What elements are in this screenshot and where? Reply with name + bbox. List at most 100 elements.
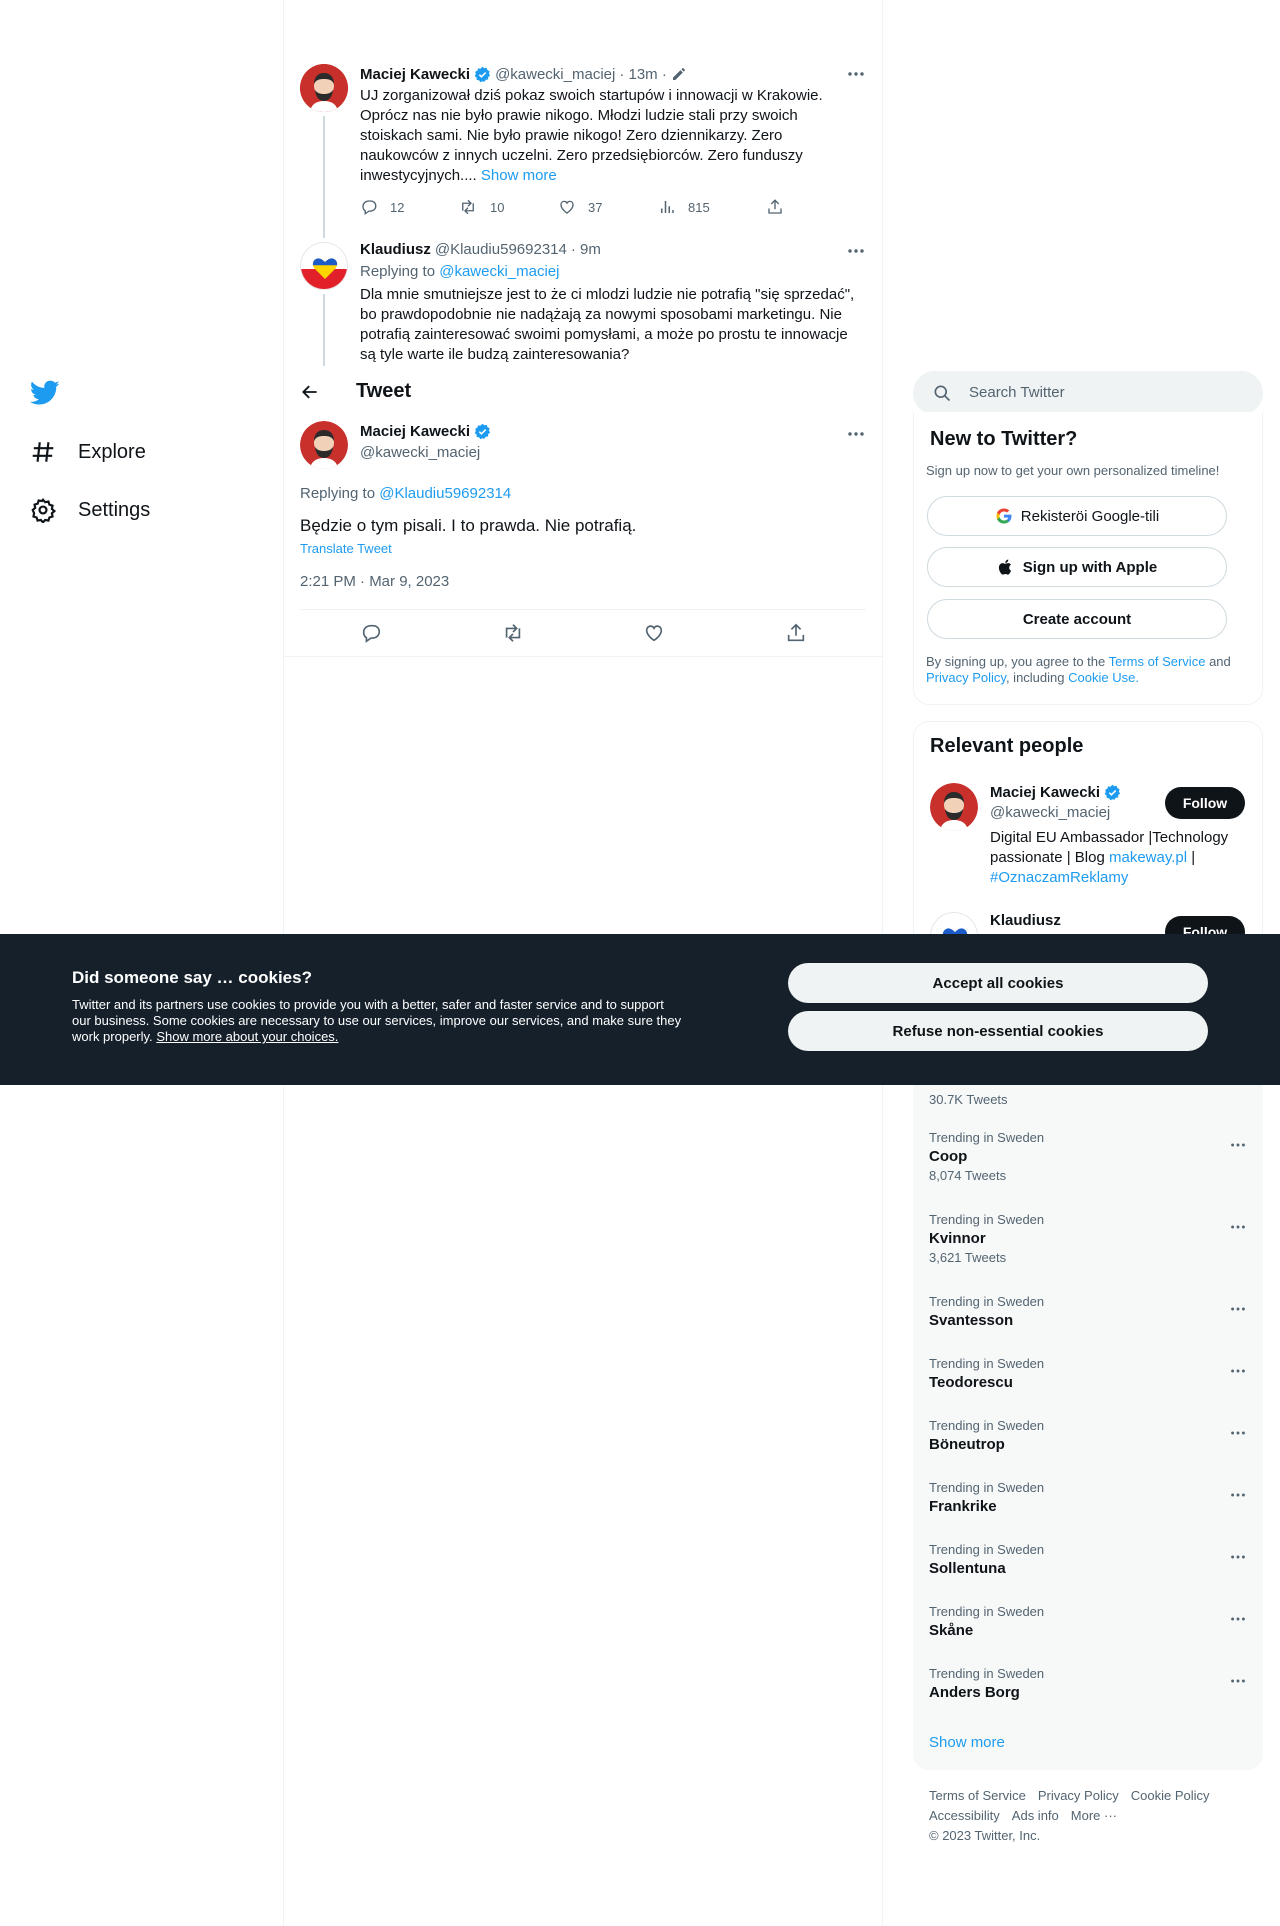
more-options-icon[interactable] <box>1229 1362 1247 1380</box>
apple-signup-button[interactable]: Sign up with Apple <box>927 547 1227 587</box>
more-options-icon[interactable] <box>846 424 866 444</box>
more-options-icon[interactable] <box>846 241 866 261</box>
follow-button[interactable]: Follow <box>1165 787 1245 819</box>
twitter-logo-icon[interactable] <box>30 380 60 406</box>
footer-links: Terms of Service Privacy Policy Cookie P… <box>929 1786 1249 1846</box>
search-box[interactable]: Search Twitter <box>913 371 1263 415</box>
translate-tweet-link[interactable]: Translate Tweet <box>300 541 392 556</box>
footer-cookie-link[interactable]: Cookie Policy <box>1131 1786 1210 1806</box>
trend-item[interactable]: Trending in Sweden Skåne <box>929 1604 1247 1639</box>
replying-to: Replying to @Klaudiu59692314 <box>300 485 511 502</box>
views-button[interactable]: 815 <box>658 198 710 216</box>
back-arrow-icon[interactable] <box>300 382 320 402</box>
author-name[interactable]: Klaudiusz <box>360 241 431 258</box>
author-name[interactable]: Maciej Kawecki <box>360 423 470 440</box>
footer-accessibility-link[interactable]: Accessibility <box>929 1806 1000 1826</box>
author-handle[interactable]: @kawecki_maciej <box>360 444 480 461</box>
reply-icon[interactable] <box>360 622 382 644</box>
heart-icon <box>558 198 576 216</box>
retweet-icon <box>458 198 478 216</box>
privacy-link[interactable]: Privacy Policy <box>926 670 1006 685</box>
more-options-icon[interactable] <box>1229 1424 1247 1442</box>
heart-icon[interactable] <box>643 622 665 644</box>
trend-item[interactable]: Trending in Sweden Kvinnor 3,621 Tweets <box>929 1212 1247 1265</box>
author-name[interactable]: Maciej Kawecki <box>360 66 470 83</box>
refuse-cookies-button[interactable]: Refuse non-essential cookies <box>788 1011 1208 1051</box>
main-tweet-text: Będzie o tym pisali. I to prawda. Nie po… <box>300 516 637 535</box>
trend-item[interactable]: Trending in Sweden Coop 8,074 Tweets <box>929 1130 1247 1183</box>
google-icon <box>995 507 1013 525</box>
accept-cookies-button[interactable]: Accept all cookies <box>788 963 1208 1003</box>
google-signup-button[interactable]: Rekisteröi Google-tili <box>927 496 1227 536</box>
trend-item[interactable]: Trending in Sweden Böneutrop <box>929 1418 1247 1453</box>
trend-item[interactable]: Trending in Sweden Teodorescu <box>929 1356 1247 1391</box>
cookie-text-line: Twitter and its partners use cookies to … <box>72 997 664 1012</box>
more-options-icon[interactable] <box>1229 1300 1247 1318</box>
person-handle[interactable]: @kawecki_maciej <box>990 804 1110 821</box>
share-icon[interactable] <box>785 622 807 644</box>
trend-item[interactable]: Trending in Sweden Svantesson <box>929 1294 1247 1329</box>
trends-card: 30.7K Tweets Trending in Sweden Coop 8,0… <box>913 1085 1263 1770</box>
like-button[interactable]: 37 <box>558 198 602 216</box>
person-name[interactable]: Maciej Kawecki <box>990 784 1100 801</box>
more-options-icon[interactable] <box>1229 1218 1247 1236</box>
trend-item[interactable]: Trending in Sweden Sollentuna <box>929 1542 1247 1577</box>
avatar[interactable] <box>300 421 348 469</box>
cookie-text-line: our business. Some cookies are necessary… <box>72 1013 682 1028</box>
share-icon <box>766 198 784 216</box>
more-options-icon[interactable] <box>1229 1136 1247 1154</box>
footer-ads-link[interactable]: Ads info <box>1012 1806 1059 1826</box>
more-options-icon[interactable] <box>1229 1672 1247 1690</box>
trend-context: Trending in Sweden <box>929 1294 1045 1309</box>
footer-terms-link[interactable]: Terms of Service <box>929 1786 1026 1806</box>
reply-button[interactable]: 12 <box>360 198 404 216</box>
bio-link[interactable]: makeway.pl <box>1109 849 1187 866</box>
more-options-icon[interactable] <box>1229 1548 1247 1566</box>
tweet-timestamp[interactable]: 2:21 PM · Mar 9, 2023 <box>300 573 449 590</box>
search-icon <box>932 383 952 403</box>
cookie-text: Twitter and its partners use cookies to … <box>72 997 722 1045</box>
nav-settings[interactable]: Settings <box>30 497 150 523</box>
nav-explore[interactable]: Explore <box>30 439 146 465</box>
cookie-choices-link[interactable]: Show more about your choices. <box>156 1029 338 1044</box>
tweet-time[interactable]: · 9m <box>571 241 601 258</box>
retweet-icon[interactable] <box>501 622 525 644</box>
like-count: 37 <box>588 199 603 215</box>
avatar[interactable] <box>300 64 348 112</box>
divider <box>284 656 882 657</box>
create-account-button[interactable]: Create account <box>927 599 1227 639</box>
gear-icon <box>30 497 56 523</box>
replying-to-label: Replying to <box>300 485 376 502</box>
hashtag-link[interactable]: #OznaczamReklamy <box>990 868 1250 888</box>
terms-link[interactable]: Terms of Service <box>1109 654 1206 669</box>
tweet-text-line: potrafią zainteresować swoimi pomysłami,… <box>360 326 848 343</box>
share-button[interactable] <box>766 198 784 216</box>
show-more-trends-link[interactable]: Show more <box>929 1734 1005 1751</box>
mention-link[interactable]: @Klaudiu59692314 <box>379 485 511 502</box>
follow-button[interactable]: Follow <box>1165 916 1245 934</box>
avatar[interactable] <box>300 242 348 290</box>
thread-line <box>323 116 325 238</box>
trend-item[interactable]: Trending in Sweden Anders Borg <box>929 1666 1247 1701</box>
more-options-icon[interactable] <box>1229 1486 1247 1504</box>
more-options-icon[interactable] <box>1229 1610 1247 1628</box>
avatar[interactable] <box>930 783 978 831</box>
mention-link[interactable]: @kawecki_maciej <box>439 263 559 280</box>
trend-title: Teodorescu <box>929 1374 1013 1391</box>
search-placeholder[interactable]: Search Twitter <box>969 384 1065 401</box>
footer-more-link[interactable]: More ··· <box>1071 1806 1117 1826</box>
author-handle[interactable]: @Klaudiu59692314 <box>435 241 567 258</box>
trend-item[interactable]: Trending in Sweden Frankrike <box>929 1480 1247 1515</box>
person-name[interactable]: Klaudiusz <box>990 912 1061 929</box>
author-handle[interactable]: @kawecki_maciej <box>495 66 615 83</box>
retweet-button[interactable]: 10 <box>458 198 504 216</box>
avatar[interactable] <box>930 912 978 934</box>
retweet-count: 10 <box>490 199 505 215</box>
footer-privacy-link[interactable]: Privacy Policy <box>1038 1786 1119 1806</box>
tweet-text-line: bo prawdopodobnie nie nadążają za nowymi… <box>360 306 842 323</box>
trend-context: Trending in Sweden <box>929 1604 1045 1619</box>
tweet-time[interactable]: · 13m · <box>619 66 667 83</box>
show-more-link[interactable]: Show more <box>481 167 557 184</box>
more-options-icon[interactable] <box>846 64 866 84</box>
cookie-use-link[interactable]: Cookie Use. <box>1068 670 1139 685</box>
